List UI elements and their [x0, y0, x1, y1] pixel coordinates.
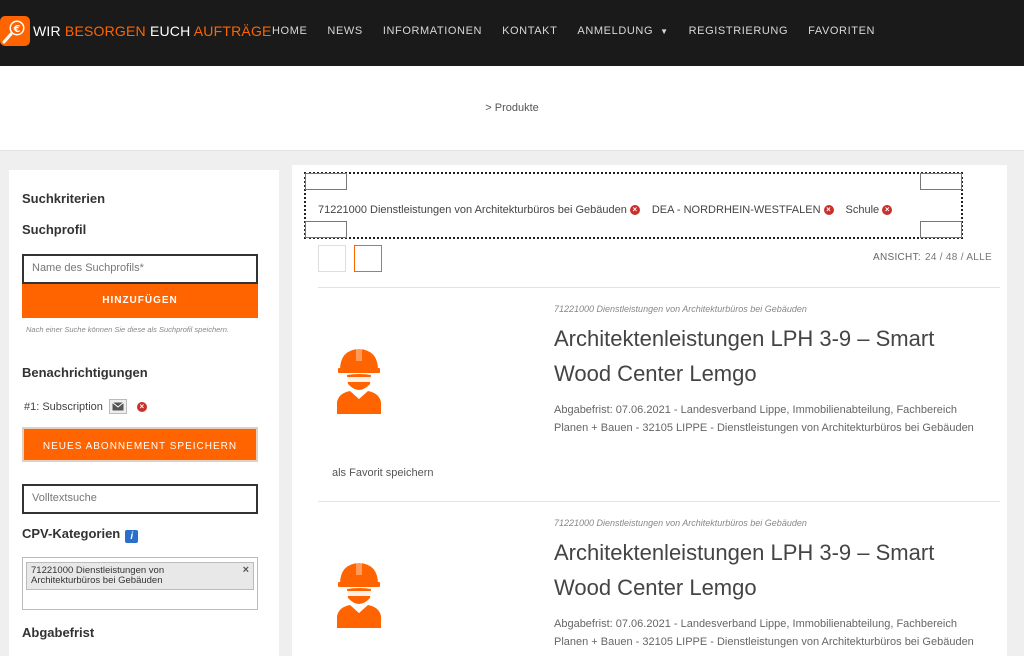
- nav-label: HOME: [272, 25, 308, 37]
- filter-chip-label: 71221000 Dienstleistungen von Architektu…: [318, 204, 627, 216]
- result-title[interactable]: Architektenleistungen LPH 3-9 – Smart Wo…: [554, 321, 994, 391]
- logo-magnifier-euro-icon: €: [0, 16, 30, 46]
- logo-part: AUFTRÄGE: [193, 23, 272, 39]
- filter-chips: 71221000 Dienstleistungen von Architektu…: [318, 204, 904, 216]
- result-description: Abgabefrist: 07.06.2021 - Landesverband …: [554, 618, 974, 648]
- logo-text: WIR BESORGEN EUCH AUFTRÄGE: [33, 23, 272, 39]
- filter-corner: [305, 221, 347, 238]
- divider: [318, 287, 1000, 288]
- view-label: ANSICHT:: [873, 252, 921, 263]
- nav-registrierung[interactable]: REGISTRIERUNG: [689, 25, 788, 37]
- filter-chip: Schule ×: [846, 204, 893, 216]
- envelope-icon[interactable]: [108, 399, 127, 414]
- main-nav: HOME NEWS INFORMATIONEN KONTAKT ANMELDUN…: [262, 0, 885, 62]
- grid-view-toggle[interactable]: [318, 245, 346, 272]
- filter-chip: DEA - NORDRHEIN-WESTFALEN ×: [652, 204, 834, 216]
- worker-helmet-icon[interactable]: [336, 346, 382, 414]
- nav-informationen[interactable]: INFORMATIONEN: [383, 25, 482, 37]
- breadcrumb-band: > Produkte: [0, 66, 1024, 151]
- result-title[interactable]: Architektenleistungen LPH 3-9 – Smart Wo…: [554, 535, 994, 605]
- nav-label: NEWS: [327, 25, 363, 37]
- list-view-toggle[interactable]: [354, 245, 382, 272]
- cpv-tag-label: 71221000 Dienstleistungen von Architektu…: [31, 565, 165, 586]
- nav-label: INFORMATIONEN: [382, 25, 483, 37]
- result-category: 71221000 Dienstleistungen von Architektu…: [554, 518, 807, 528]
- worker-helmet-icon[interactable]: [336, 560, 382, 628]
- site-logo[interactable]: € WIR BESORGEN EUCH AUFTRÄGE: [0, 14, 272, 48]
- nav-favoriten[interactable]: FAVORITEN: [808, 25, 875, 37]
- nav-label: ANMELDUNG: [577, 25, 654, 37]
- nav-label: REGISTRIERUNG: [688, 25, 789, 37]
- result-category: 71221000 Dienstleistungen von Architektu…: [554, 304, 807, 314]
- profile-hint: Nach einer Suche können Sie diese als Su…: [26, 325, 230, 334]
- save-favorite-link[interactable]: als Favorit speichern: [332, 467, 434, 479]
- active-filters: 71221000 Dienstleistungen von Architektu…: [304, 172, 963, 239]
- view-options[interactable]: 24 / 48 / ALLE: [925, 252, 992, 263]
- close-icon[interactable]: ×: [243, 565, 249, 576]
- breadcrumb: > Produkte: [0, 102, 1024, 114]
- cpv-heading: CPV-Kategorien i: [22, 526, 139, 543]
- nav-home[interactable]: HOME: [272, 25, 307, 37]
- cpv-select[interactable]: 71221000 Dienstleistungen von Architektu…: [22, 557, 258, 610]
- filter-corner: [920, 173, 962, 190]
- logo-part: EUCH: [145, 23, 194, 39]
- nav-news[interactable]: NEWS: [327, 25, 362, 37]
- remove-icon[interactable]: ×: [629, 205, 640, 215]
- breadcrumb-current[interactable]: Produkte: [495, 102, 539, 114]
- nav-kontakt[interactable]: KONTAKT: [502, 25, 557, 37]
- top-navbar: € WIR BESORGEN EUCH AUFTRÄGE HOME NEWS I…: [0, 0, 1024, 66]
- fulltext-search-input[interactable]: Volltextsuche: [22, 484, 258, 514]
- nav-anmeldung[interactable]: ANMELDUNG ▼: [577, 25, 668, 37]
- cpv-tag: 71221000 Dienstleistungen von Architektu…: [26, 562, 254, 590]
- nav-label: KONTAKT: [502, 25, 558, 37]
- filter-corner: [920, 221, 962, 238]
- abgabefrist-heading: Abgabefrist: [22, 625, 95, 640]
- remove-icon[interactable]: ×: [882, 205, 893, 215]
- filter-corner: [305, 173, 347, 190]
- filter-chip-label: DEA - NORDRHEIN-WESTFALEN: [651, 204, 821, 216]
- filter-chip-label: Schule: [845, 204, 880, 216]
- save-subscription-button[interactable]: NEUES ABONNEMENT SPEICHERN: [22, 427, 258, 462]
- cpv-heading-label: CPV-Kategorien: [22, 526, 121, 541]
- divider: [318, 501, 1000, 502]
- logo-part: BESORGEN: [64, 23, 146, 39]
- remove-icon[interactable]: ×: [136, 401, 147, 412]
- filter-chip: 71221000 Dienstleistungen von Architektu…: [318, 204, 640, 216]
- nav-label: FAVORITEN: [808, 25, 876, 37]
- benachrichtigungen-heading: Benachrichtigungen: [22, 365, 148, 380]
- subscription-row: #1: Subscription ×: [24, 399, 147, 414]
- results-panel: 71221000 Dienstleistungen von Architektu…: [292, 165, 1007, 656]
- remove-icon[interactable]: ×: [823, 205, 834, 215]
- logo-part: WIR: [33, 23, 65, 39]
- svg-text:€: €: [13, 24, 21, 35]
- suchkriterien-heading: Suchkriterien: [22, 191, 106, 206]
- view-count-selector[interactable]: ANSICHT: 24 / 48 / ALLE: [873, 252, 992, 263]
- chevron-down-icon: ▼: [660, 26, 669, 36]
- add-profile-button[interactable]: HINZUFÜGEN: [22, 284, 258, 318]
- result-description: Abgabefrist: 07.06.2021 - Landesverband …: [554, 404, 974, 434]
- search-sidebar: Suchkriterien Suchprofil Name des Suchpr…: [9, 170, 279, 656]
- subscription-label[interactable]: #1: Subscription: [24, 401, 103, 413]
- info-icon[interactable]: i: [125, 530, 139, 543]
- suchprofil-heading: Suchprofil: [22, 222, 87, 237]
- breadcrumb-separator: >: [485, 102, 492, 114]
- profile-name-input[interactable]: Name des Suchprofils*: [22, 254, 258, 284]
